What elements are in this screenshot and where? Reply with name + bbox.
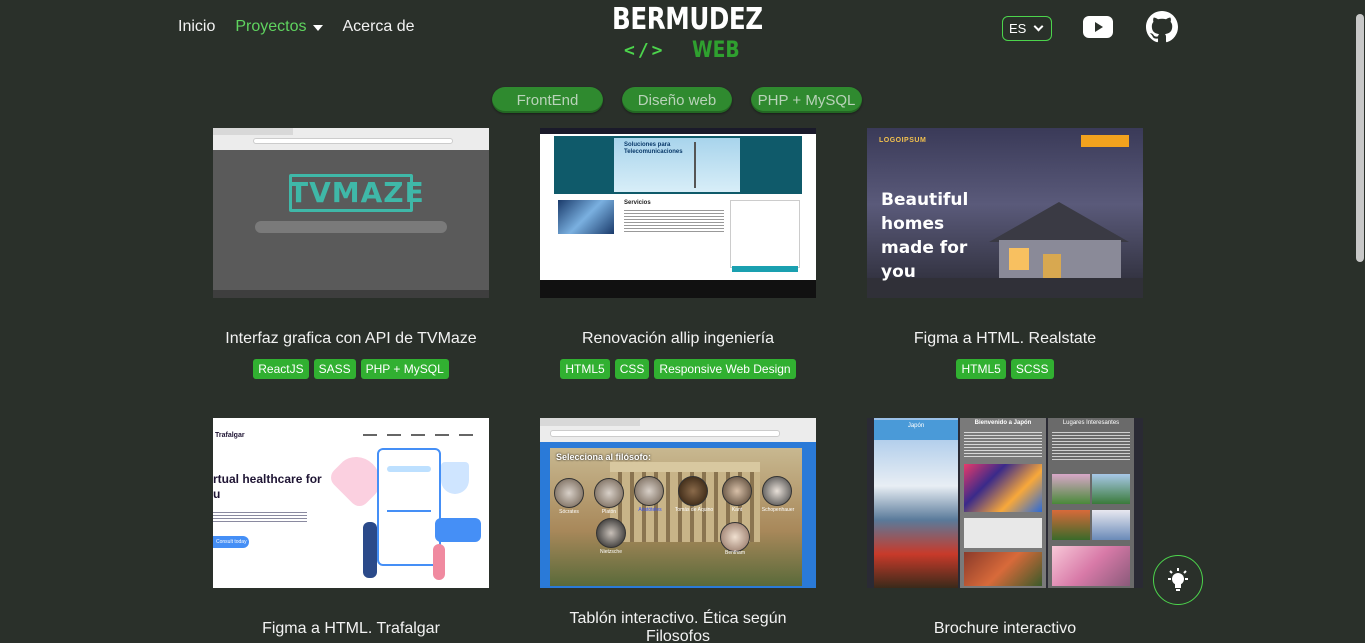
lightbulb-icon [1168,568,1188,591]
tag: SCSS [1010,359,1054,379]
tag: ReactJS [253,359,309,379]
filter-bar: FrontEnd Diseño web PHP + MySQL [492,87,862,113]
brochure-col1-title: Japón [874,420,958,440]
logo-sub-text: WEB [692,38,740,63]
tvmaze-logo: TVMAZE [289,176,425,209]
nav-acerca[interactable]: Acerca de [343,18,415,36]
theme-toggle-button[interactable] [1153,555,1203,605]
philosopher-name: Sócrates [559,509,579,515]
project-thumbnail[interactable]: Soluciones para Telecomunicaciones Servi… [540,128,816,298]
philosopher-name: Bentham [724,550,745,556]
tag: HTML5 [560,359,610,379]
nav-inicio[interactable]: Inicio [178,18,215,36]
tag: Responsive Web Design [654,359,796,379]
project-tags: HTML5 CSS Responsive Web Design [540,359,816,379]
project-thumbnail[interactable]: TVMAZE [213,128,489,298]
tag: CSS [614,359,650,379]
filter-diseno-web[interactable]: Diseño web [622,87,732,113]
philosopher-portrait[interactable] [720,522,750,552]
site-logo[interactable]: BERMUDEZ </> WEB [612,2,763,64]
philosopher-name: Platón [601,509,617,515]
project-title: Renovación allip ingeniería [581,330,775,347]
philosopher-name: Schopenhauer [761,507,795,513]
project-tags: HTML5 SCSS [867,359,1143,379]
filter-frontend[interactable]: FrontEnd [492,87,603,113]
nav-proyectos-label: Proyectos [235,18,307,35]
tag: HTML5 [956,359,1006,379]
chevron-down-icon [1033,21,1044,32]
trafalgar-headline: rtual healthcare for u [213,472,322,501]
philosopher-portrait[interactable] [634,476,664,506]
logo-code-icon: </> [624,40,666,61]
tag: PHP + MySQL [360,359,449,379]
project-tags: ReactJS SASS PHP + MySQL [213,359,489,379]
trafalgar-brand: Trafalgar [215,432,245,439]
project-card: LOGOIPSUM Beautiful homes made for you F… [867,128,1143,379]
project-card: TVMAZE Interfaz grafica con API de TVMaz… [213,128,489,379]
page-scrollbar[interactable] [1355,0,1365,643]
project-thumbnail[interactable]: Selecciona al filósofo: Sócrates Platón … [540,418,816,588]
project-title: Figma a HTML. Realstate [913,330,1097,347]
language-select[interactable]: ES [1002,16,1052,41]
nav-acerca-label: Acerca de [342,18,415,35]
caret-down-icon [312,25,323,31]
project-thumbnail[interactable]: LOGOIPSUM Beautiful homes made for you [867,128,1143,298]
youtube-icon[interactable] [1083,16,1113,38]
language-selected: ES [1009,21,1027,36]
philosopher-name: Tomás de Aquino [674,507,714,513]
project-title: Tablón interactivo. Ética según Filosofo… [569,610,787,643]
section-title: Servicios [624,200,651,206]
project-card: Soluciones para Telecomunicaciones Servi… [540,128,816,379]
github-icon[interactable] [1146,11,1178,43]
realstate-headline: Beautiful homes made for you [881,190,969,282]
main-nav: Inicio Proyectos Acerca de [178,18,415,36]
banner: Soluciones para Telecomunicaciones [554,136,802,194]
nav-inicio-label: Inicio [178,18,216,35]
project-thumbnail[interactable]: Trafalgar rtual healthcare for u Consult… [213,418,489,588]
nav-proyectos[interactable]: Proyectos [235,18,323,36]
project-title: Figma a HTML. Trafalgar [262,620,440,637]
filosofos-heading: Selecciona al filósofo: [556,452,652,462]
philosopher-name: Aristóteles [638,507,662,513]
philosopher-name: Nietzsche [600,549,622,555]
scrollbar-thumb[interactable] [1356,14,1364,262]
philosopher-portrait[interactable] [762,476,792,506]
realstate-brand: LOGOIPSUM [879,137,927,144]
trafalgar-cta: Consult today [213,536,249,548]
tvmaze-search [255,221,447,233]
project-card: Japón Bienvenido a Japón Lugares Interes… [867,418,1143,638]
project-card: Selecciona al filósofo: Sócrates Platón … [540,418,816,643]
project-title: Brochure interactivo [933,620,1077,637]
banner-text: Soluciones para Telecomunicaciones [624,142,683,155]
brochure-col2-title: Bienvenido a Japón [974,420,1032,426]
tag: SASS [313,359,356,379]
filter-php-mysql[interactable]: PHP + MySQL [751,87,862,113]
philosopher-portrait[interactable] [554,478,584,508]
philosopher-portrait[interactable] [722,476,752,506]
philosopher-portrait[interactable] [596,518,626,548]
project-card: Trafalgar rtual healthcare for u Consult… [213,418,489,638]
philosopher-name: Kant [731,507,743,513]
logo-main-text: BERMUDEZ [612,2,763,37]
philosopher-portrait[interactable] [594,478,624,508]
brochure-col3-title: Lugares Interesantes [1062,420,1120,426]
project-title: Interfaz grafica con API de TVMaze [225,330,477,347]
browser-chrome [213,128,489,150]
philosopher-portrait[interactable] [678,476,708,506]
project-thumbnail[interactable]: Japón Bienvenido a Japón Lugares Interes… [867,418,1143,588]
